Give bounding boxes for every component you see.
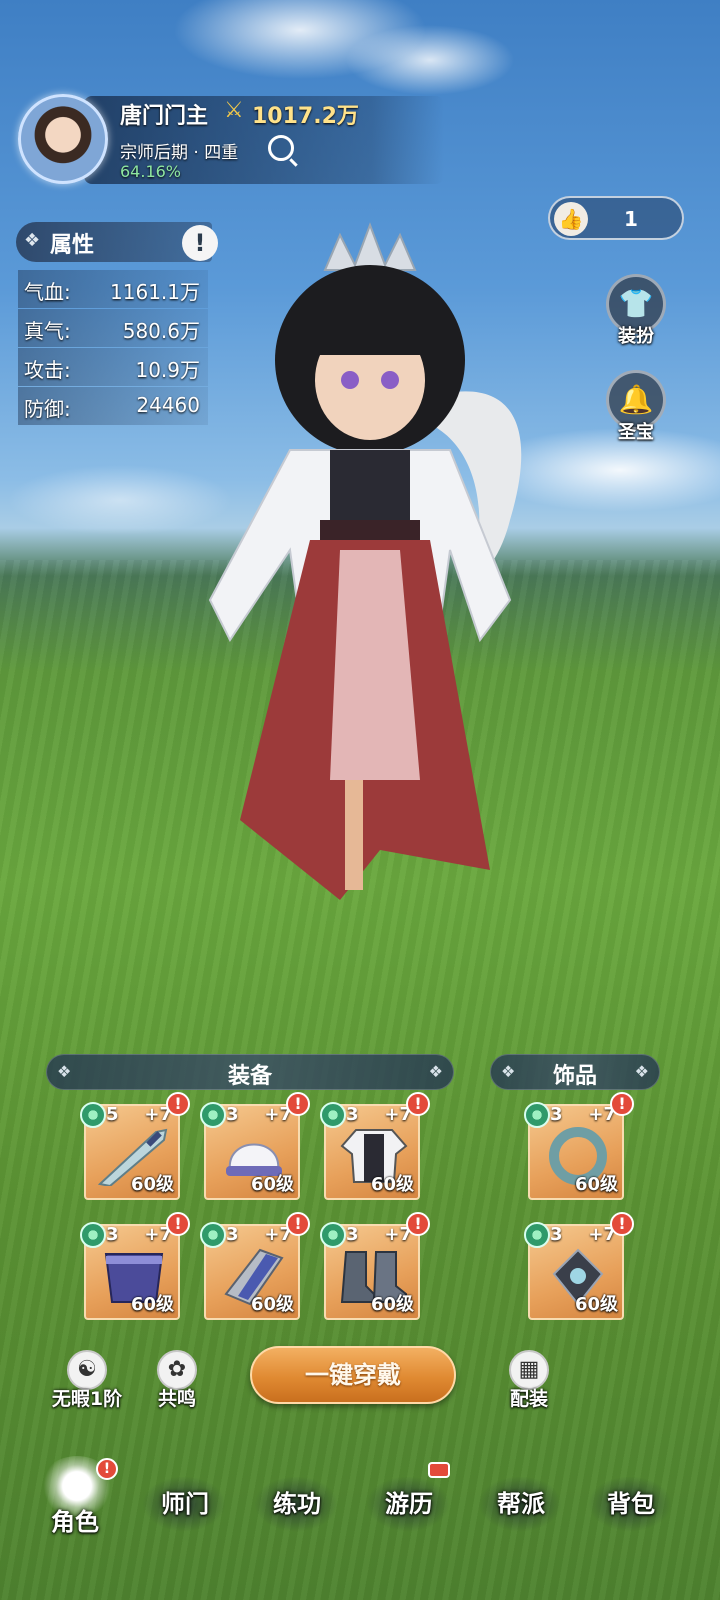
equipment-header: ❖ 装备 ❖: [46, 1054, 454, 1090]
alert-icon: !: [610, 1092, 634, 1116]
attributes-title: 属性: [50, 233, 95, 258]
equip-all-button[interactable]: 一键穿戴: [250, 1346, 456, 1404]
gem-icon: [80, 1102, 106, 1128]
flawless-label: 无暇1阶: [51, 1388, 123, 1410]
like-button[interactable]: 👍 1: [548, 196, 684, 240]
slot-stars: 3: [346, 1224, 359, 1245]
nav-label: 练功: [273, 1490, 321, 1518]
gem-icon: [200, 1102, 226, 1128]
like-count: 1: [624, 207, 638, 231]
resonance-button[interactable]: ✿ 共鸣: [132, 1350, 222, 1420]
equipment-slot-belt[interactable]: 3 +7 60级 !: [80, 1212, 190, 1320]
slot-level: 60级: [250, 1174, 294, 1195]
attribute-value: 580.6万: [122, 319, 200, 343]
slot-level: 60级: [370, 1174, 414, 1195]
alert-icon: !: [286, 1212, 310, 1236]
attribute-value: 1161.1万: [110, 280, 200, 304]
notification-badge: [428, 1462, 450, 1478]
nav-label: 游历: [385, 1490, 433, 1518]
outfit-button[interactable]: 👕 装扮: [604, 274, 668, 354]
gem-icon: [320, 1102, 346, 1128]
slot-stars: 3: [550, 1104, 563, 1125]
player-avatar[interactable]: [18, 94, 108, 184]
attribute-label: 攻击:: [24, 358, 71, 382]
gem-icon: [524, 1222, 550, 1248]
flawless-button[interactable]: ☯ 无暇1阶: [42, 1350, 132, 1420]
slot-stars: 3: [550, 1224, 563, 1245]
attribute-row-qi: 真气: 580.6万: [18, 309, 208, 347]
equipment-slot-boots[interactable]: 3 +7 60级 !: [320, 1212, 430, 1320]
attribute-row-hp: 气血: 1161.1万: [18, 270, 208, 308]
diamond-ornament-icon: ❖: [634, 1062, 649, 1081]
equipment-slot-armor[interactable]: 3 +7 60级 !: [320, 1092, 430, 1200]
accessory-slot-amulet[interactable]: 3 +7 60级 !: [524, 1212, 634, 1320]
attribute-label: 防御:: [24, 397, 71, 421]
slot-stars: 3: [226, 1104, 239, 1125]
equipment-slot-weapon[interactable]: 5 +7 60级 !: [80, 1092, 190, 1200]
slot-level: 60级: [130, 1174, 174, 1195]
gem-icon: [80, 1222, 106, 1248]
alert-icon: !: [610, 1212, 634, 1236]
nav-label: 角色: [51, 1508, 99, 1536]
slot-stars: 3: [106, 1224, 119, 1245]
crossed-swords-icon: ⚔: [224, 98, 244, 123]
player-name: 唐门门主: [120, 104, 209, 129]
nav-label: 帮派: [497, 1490, 545, 1518]
slot-level: 60级: [574, 1294, 618, 1315]
character-model: [208, 222, 522, 900]
gem-icon: [524, 1102, 550, 1128]
info-icon[interactable]: !: [182, 225, 218, 261]
nav-backpack[interactable]: 背包: [576, 1468, 686, 1548]
attributes-header: ❖ 属性 !: [16, 222, 218, 262]
slot-level: 60级: [370, 1294, 414, 1315]
gem-icon: [320, 1222, 346, 1248]
alert-icon: !: [406, 1212, 430, 1236]
outfit-label: 装扮: [618, 326, 654, 347]
alert-icon: !: [166, 1092, 190, 1116]
cultivation-rank: 宗师后期 · 四重: [120, 143, 239, 163]
attribute-row-attack: 攻击: 10.9万: [18, 348, 208, 386]
slot-level: 60级: [130, 1294, 174, 1315]
thumbs-up-icon: 👍: [554, 202, 588, 236]
slot-stars: 5: [106, 1104, 119, 1125]
slot-stars: 3: [226, 1224, 239, 1245]
alert-icon: !: [166, 1212, 190, 1236]
search-icon[interactable]: [268, 135, 294, 161]
player-header: 唐门门主 ⚔ 1017.2万 宗师后期 · 四重 64.16%: [14, 90, 444, 188]
nav-training[interactable]: 练功: [242, 1468, 352, 1548]
loadout-button[interactable]: ▦ 配装: [484, 1350, 574, 1420]
diamond-ornament-icon: ❖: [24, 230, 41, 251]
nav-sect[interactable]: 师门: [130, 1468, 240, 1548]
alert-icon: !: [286, 1092, 310, 1116]
nav-travel[interactable]: 游历: [354, 1468, 464, 1548]
nav-label: 背包: [607, 1490, 655, 1518]
attribute-row-defense: 防御: 24460: [18, 387, 208, 425]
combat-power-value: 1017.2万: [252, 104, 359, 129]
diamond-ornament-icon: ❖: [428, 1062, 443, 1081]
equipment-title: 装备: [227, 1064, 272, 1089]
alert-icon: !: [406, 1092, 430, 1116]
slot-level: 60级: [574, 1174, 618, 1195]
attribute-value: 10.9万: [135, 358, 200, 382]
attribute-label: 气血:: [24, 280, 71, 304]
nav-character[interactable]: 角色: [20, 1468, 130, 1548]
slot-stars: 3: [346, 1104, 359, 1125]
accessories-header: ❖ 饰品 ❖: [490, 1054, 660, 1090]
resonance-label: 共鸣: [157, 1388, 196, 1410]
attribute-value: 24460: [136, 393, 200, 417]
cultivation-progress: 64.16%: [120, 162, 182, 181]
nav-label: 师门: [161, 1490, 209, 1518]
gem-icon: [200, 1222, 226, 1248]
equipment-slot-helmet[interactable]: 3 +7 60级 !: [200, 1092, 310, 1200]
slot-level: 60级: [250, 1294, 294, 1315]
accessory-slot-ring[interactable]: 3 +7 60级 !: [524, 1092, 634, 1200]
nav-guild[interactable]: 帮派: [466, 1468, 576, 1548]
attributes-list: 气血: 1161.1万 真气: 580.6万 攻击: 10.9万 防御: 244…: [18, 270, 208, 426]
holy-treasure-button[interactable]: 🔔 圣宝: [604, 370, 668, 450]
holy-treasure-label: 圣宝: [618, 422, 654, 443]
loadout-label: 配装: [509, 1388, 548, 1410]
attribute-label: 真气:: [24, 319, 71, 343]
equipment-slot-bracer[interactable]: 3 +7 60级 !: [200, 1212, 310, 1320]
